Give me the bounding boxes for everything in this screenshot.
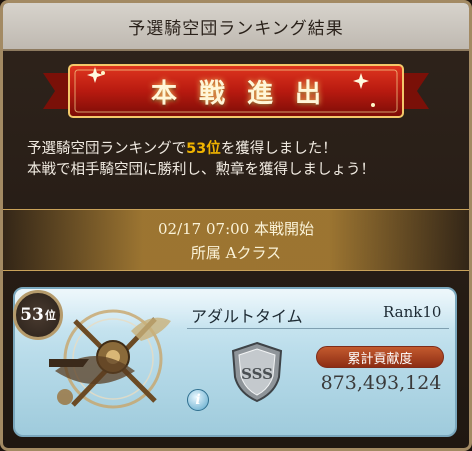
advance-banner: 本 戦 進 出 (43, 59, 429, 123)
name-divider (187, 328, 449, 329)
contribution-value: 873,493,124 (320, 372, 442, 394)
rank-badge: 53 位 (13, 290, 63, 340)
message-line-1: 予選騎空団ランキングで53位を獲得しました！ (27, 139, 457, 160)
banner-char-4: 出 (295, 78, 322, 109)
sss-class-crest-icon: SSS (231, 341, 283, 403)
result-message: 予選騎空団ランキングで53位を獲得しました！ 本戦で相手騎空団に勝利し、勲章を獲… (27, 139, 457, 181)
rank-number: 53 (20, 305, 44, 325)
result-dialog: 予選騎空団ランキング結果 本 戦 進 出 予選騎空団ランキングで53位を獲得しま… (0, 0, 472, 451)
message-suffix: を獲得しました！ (220, 141, 337, 157)
dialog-title: 予選騎空団ランキング結果 (128, 18, 344, 39)
banner-char-3: 進 (247, 78, 274, 109)
banner-label: 本 戦 進 出 (43, 59, 429, 123)
class-label: 所属 Aクラス (190, 244, 282, 262)
message-prefix: 予選騎空団ランキングで (27, 141, 187, 157)
rank-highlight: 53位 (186, 141, 221, 157)
info-icon[interactable]: i (187, 389, 209, 411)
title-bar: 予選騎空団ランキング結果 (3, 3, 469, 51)
rank-unit: 位 (44, 309, 56, 322)
finals-start-time: 02/17 07:00 本戦開始 (158, 220, 314, 238)
banner-char-2: 戦 (198, 78, 225, 109)
crew-rank-level: Rank10 (383, 303, 442, 321)
schedule-band: 02/17 07:00 本戦開始 所属 Aクラス (3, 209, 469, 271)
contribution-label: 累計貢献度 (316, 346, 444, 368)
message-line-2: 本戦で相手騎空団に勝利し、勲章を獲得しましょう！ (27, 162, 375, 178)
crew-name: アダルトタイム (191, 307, 303, 326)
crest-label: SSS (241, 365, 273, 383)
banner-char-1: 本 (150, 78, 177, 109)
